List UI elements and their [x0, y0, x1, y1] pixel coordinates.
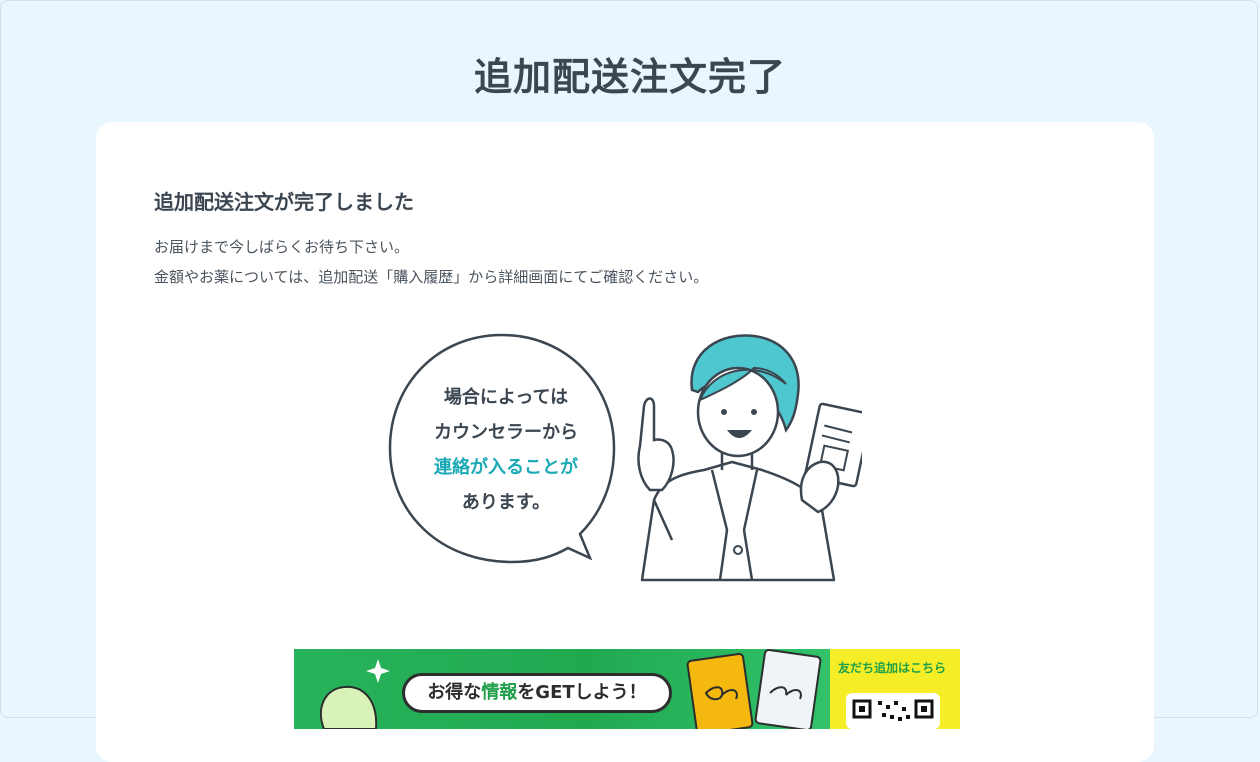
line-friend-banner[interactable]: お得な情報をGETしよう！ 友だち追加はこちら [294, 649, 960, 729]
raised-hand [637, 397, 675, 492]
gift-card-white-icon [754, 649, 822, 729]
pill-text-1: お得な [427, 682, 482, 703]
speech-bubble-text: 場合によっては カウンセラーから 連絡が入ることが あります。 [396, 380, 616, 520]
banner-cta-pill: お得な情報をGETしよう！ [402, 673, 672, 713]
bubble-line-accent: 連絡が入ることが [434, 457, 578, 478]
mascot-face-icon [319, 685, 378, 729]
eye-left [721, 409, 727, 415]
banner-main-area: お得な情報をGETしよう！ [294, 649, 830, 729]
page-title: 追加配送注文完了 [473, 55, 786, 99]
counselor-illustration: 場合によっては カウンセラーから 連絡が入ることが あります。 [382, 330, 872, 590]
hand-right [799, 460, 840, 514]
gift-card-gold-icon [686, 652, 754, 729]
qr-code-icon [846, 693, 940, 729]
message-line-2: 金額やお薬については、追加配送「購入履歴」から詳細画面にてご確認ください。 [154, 268, 709, 286]
add-friend-label: 友だち追加はこちら [838, 661, 947, 675]
eye-right [751, 409, 757, 415]
pill-text-3: をGETしよう！ [517, 682, 647, 703]
completion-message: お届けまで今しばらくお待ち下さい。 金額やお薬については、追加配送「購入履歴」か… [154, 232, 708, 292]
coat-button [733, 545, 743, 555]
message-line-1: お届けまで今しばらくお待ち下さい。 [154, 238, 410, 256]
sparkle-icon [366, 659, 390, 683]
banner-side-area: 友だち追加はこちら [830, 649, 960, 729]
pill-text-2: 情報 [481, 682, 518, 703]
completion-heading: 追加配送注文が完了しました [154, 190, 414, 214]
bubble-line-2: カウンセラーから [434, 422, 578, 443]
qr-pattern [852, 699, 934, 721]
bubble-line-1: 場合によっては [443, 387, 569, 408]
bubble-line-last: あります。 [461, 492, 551, 513]
content-card: 追加配送注文が完了しました お届けまで今しばらくお待ち下さい。 金額やお薬につい… [96, 122, 1154, 762]
